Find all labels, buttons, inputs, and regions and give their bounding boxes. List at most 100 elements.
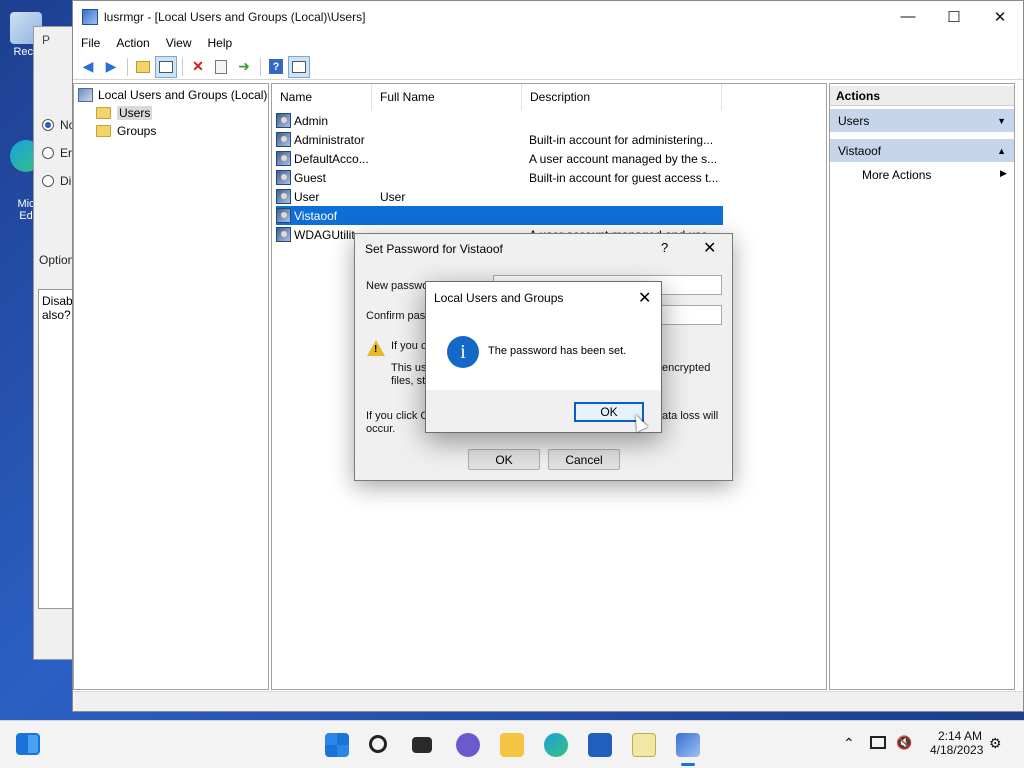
options-text: Disab also? xyxy=(42,294,73,322)
chat-icon[interactable] xyxy=(456,733,480,757)
table-row[interactable]: User User xyxy=(276,187,723,206)
more-actions-label: More Actions xyxy=(862,168,932,182)
info-text: occur. xyxy=(366,423,396,435)
active-app-indicator xyxy=(681,763,695,766)
toolbar-separator xyxy=(182,57,183,76)
tree-item-users[interactable]: Users xyxy=(96,104,153,122)
tree-root[interactable]: Local Users and Groups (Local) xyxy=(78,86,267,104)
minimize-button[interactable]: — xyxy=(885,1,931,32)
close-icon: ✕ xyxy=(993,8,1007,26)
ok-button[interactable]: OK xyxy=(468,449,540,470)
more-actions-item[interactable]: More Actions xyxy=(862,168,931,182)
show-action-pane-button[interactable] xyxy=(288,55,310,78)
maximize-icon: ☐ xyxy=(947,8,961,26)
message-box-title: Local Users and Groups xyxy=(434,291,564,305)
warning-mark: ! xyxy=(374,344,378,355)
toolbar-separator xyxy=(127,57,128,76)
delete-button[interactable]: ✕ xyxy=(187,56,209,78)
table-row[interactable]: Admin xyxy=(276,111,723,130)
close-button[interactable]: ✕ xyxy=(977,1,1023,32)
table-row-selected[interactable]: Vistaoof xyxy=(276,206,723,225)
toolbar: ◀ ▶ ✕ ➜ ? xyxy=(73,54,1023,80)
export-button[interactable]: ➜ xyxy=(233,56,255,78)
user-description: Built-in account for administering... xyxy=(529,132,714,147)
user-icon xyxy=(276,113,291,128)
lusrmgr-icon[interactable] xyxy=(676,733,700,757)
message-box-footer: OK xyxy=(426,390,661,432)
notepad-icon[interactable] xyxy=(632,733,656,757)
minimize-icon: — xyxy=(900,8,916,25)
store-icon[interactable] xyxy=(588,733,612,757)
menu-action[interactable]: Action xyxy=(108,36,157,50)
message-box-close-button[interactable]: ✕ xyxy=(638,288,651,308)
maximize-button[interactable]: ☐ xyxy=(931,1,977,32)
actions-section-vistaoof[interactable]: Vistaoof ▲ xyxy=(830,139,1014,163)
title-bar[interactable]: lusrmgr - [Local Users and Groups (Local… xyxy=(73,1,1023,32)
radio-option-2[interactable] xyxy=(42,147,54,159)
user-name: Guest xyxy=(294,170,327,185)
back-button[interactable]: ◀ xyxy=(77,56,99,78)
help-button[interactable]: ? xyxy=(265,56,287,78)
tree-pane[interactable]: Local Users and Groups (Local) Users Gro… xyxy=(73,83,269,690)
forward-button[interactable]: ▶ xyxy=(100,56,122,78)
file-explorer-icon[interactable] xyxy=(500,733,524,757)
export-icon: ➜ xyxy=(238,58,250,74)
chevron-up-icon[interactable]: ⌃ xyxy=(843,735,855,752)
edge-icon[interactable] xyxy=(544,733,568,757)
info-icon: i xyxy=(447,336,479,368)
show-tree-button[interactable] xyxy=(155,55,177,78)
submenu-arrow-icon: ▶ xyxy=(1000,168,1007,178)
help-button[interactable]: ? xyxy=(661,240,668,255)
menu-view[interactable]: View xyxy=(158,36,200,50)
radio-option-1[interactable] xyxy=(42,119,54,131)
actions-header: Actions xyxy=(830,86,1014,106)
forward-icon: ▶ xyxy=(105,58,117,74)
user-description: A user account managed by the s... xyxy=(529,151,718,166)
column-header-full-name[interactable]: Full Name xyxy=(372,84,522,110)
task-view-icon[interactable] xyxy=(412,737,432,753)
menu-help[interactable]: Help xyxy=(200,36,241,50)
volume-icon[interactable]: 🔇 xyxy=(896,735,912,751)
user-icon xyxy=(276,151,291,166)
message-text: The password has been set. xyxy=(488,345,627,357)
clock[interactable]: 2:14 AM 4/18/2023 xyxy=(930,729,984,757)
column-header-description[interactable]: Description xyxy=(522,84,722,110)
notification-icon[interactable]: ⚙ xyxy=(989,735,1002,752)
table-row[interactable]: DefaultAcco... A user account managed by… xyxy=(276,149,723,168)
warning-text: encrypted xyxy=(662,362,711,374)
tree-root-label: Local Users and Groups (Local) xyxy=(98,88,268,102)
clock-date: 4/18/2023 xyxy=(930,743,984,757)
radio-option-3[interactable] xyxy=(42,175,54,187)
clock-time: 2:14 AM xyxy=(937,729,982,743)
dialog-close-button[interactable]: ✕ xyxy=(703,238,716,258)
start-icon[interactable] xyxy=(325,733,349,757)
table-row[interactable]: Administrator Built-in account for admin… xyxy=(276,130,723,149)
network-icon[interactable] xyxy=(870,736,886,749)
show-desktop-icon[interactable] xyxy=(16,733,40,755)
up-folder-button[interactable] xyxy=(132,56,154,78)
properties-icon xyxy=(215,59,227,74)
window-title: P xyxy=(42,33,51,47)
radio-label: Di xyxy=(60,174,72,188)
cancel-button[interactable]: Cancel xyxy=(548,449,620,470)
expand-arrow-icon: ▲ xyxy=(997,145,1006,156)
properties-button[interactable] xyxy=(210,56,232,78)
dialog-title: Set Password for Vistaoof xyxy=(365,242,503,256)
actions-section-users[interactable]: Users ▼ xyxy=(830,109,1014,133)
show-action-pane-icon xyxy=(292,60,306,73)
tree-item-groups[interactable]: Groups xyxy=(96,122,156,140)
delete-icon: ✕ xyxy=(192,58,204,74)
computer-management-icon xyxy=(78,88,93,102)
info-text: If you click C xyxy=(366,410,429,422)
user-description: Built-in account for guest access t... xyxy=(529,170,719,185)
user-name: Admin xyxy=(294,113,329,128)
info-text: ata loss will xyxy=(662,410,719,422)
user-name: Administrator xyxy=(294,132,365,147)
search-icon[interactable] xyxy=(369,735,387,753)
column-header-name[interactable]: Name xyxy=(272,84,372,110)
password-set-message-box[interactable]: Local Users and Groups ✕ i The password … xyxy=(425,281,662,433)
user-icon xyxy=(276,227,291,242)
user-icon xyxy=(276,132,291,147)
menu-file[interactable]: File xyxy=(73,36,108,50)
table-row[interactable]: Guest Built-in account for guest access … xyxy=(276,168,723,187)
